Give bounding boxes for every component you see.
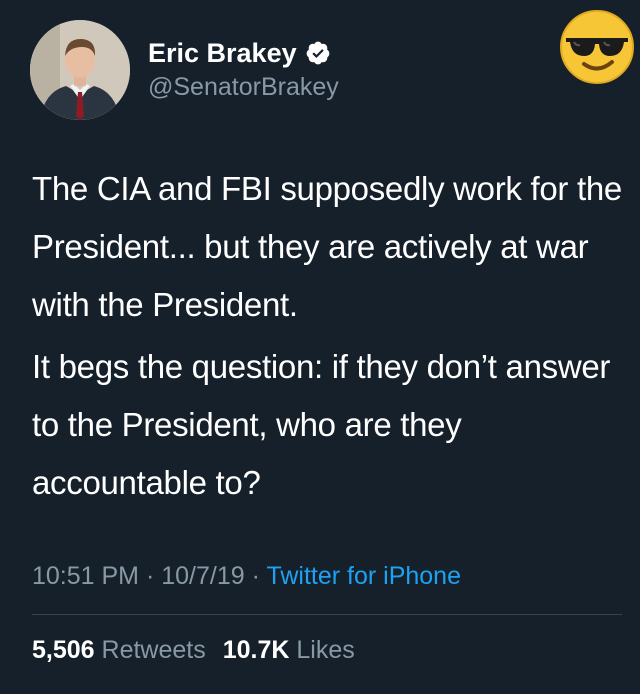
tweet-source-link[interactable]: Twitter for iPhone	[266, 562, 461, 590]
tweet-text: The CIA and FBI supposedly work for the …	[32, 160, 622, 516]
sunglasses-emoji-icon	[558, 8, 636, 86]
tweet-date[interactable]: 10/7/19	[161, 562, 244, 590]
tweet-time[interactable]: 10:51 PM	[32, 562, 139, 590]
meta-separator: ·	[251, 562, 260, 590]
tweet-stats: 5,506 Retweets 10.7K Likes	[32, 630, 365, 670]
divider	[32, 614, 622, 615]
likes-label[interactable]: Likes	[296, 636, 354, 664]
tweet-meta: 10:51 PM · 10/7/19 · Twitter for iPhone	[32, 556, 461, 596]
tweet-header: Eric Brakey @SenatorBrakey	[30, 20, 339, 120]
likes-count[interactable]: 10.7K	[223, 636, 290, 664]
retweets-count[interactable]: 5,506	[32, 636, 95, 664]
verified-badge-icon	[305, 40, 331, 66]
author-handle[interactable]: @SenatorBrakey	[148, 71, 339, 103]
meta-separator: ·	[145, 562, 155, 590]
tweet-paragraph: It begs the question: if they don’t answ…	[32, 348, 611, 501]
author-name[interactable]: Eric Brakey	[148, 37, 297, 69]
retweets-label[interactable]: Retweets	[102, 636, 206, 664]
avatar[interactable]	[30, 20, 130, 120]
tweet-paragraph: The CIA and FBI supposedly work for the …	[32, 170, 622, 323]
